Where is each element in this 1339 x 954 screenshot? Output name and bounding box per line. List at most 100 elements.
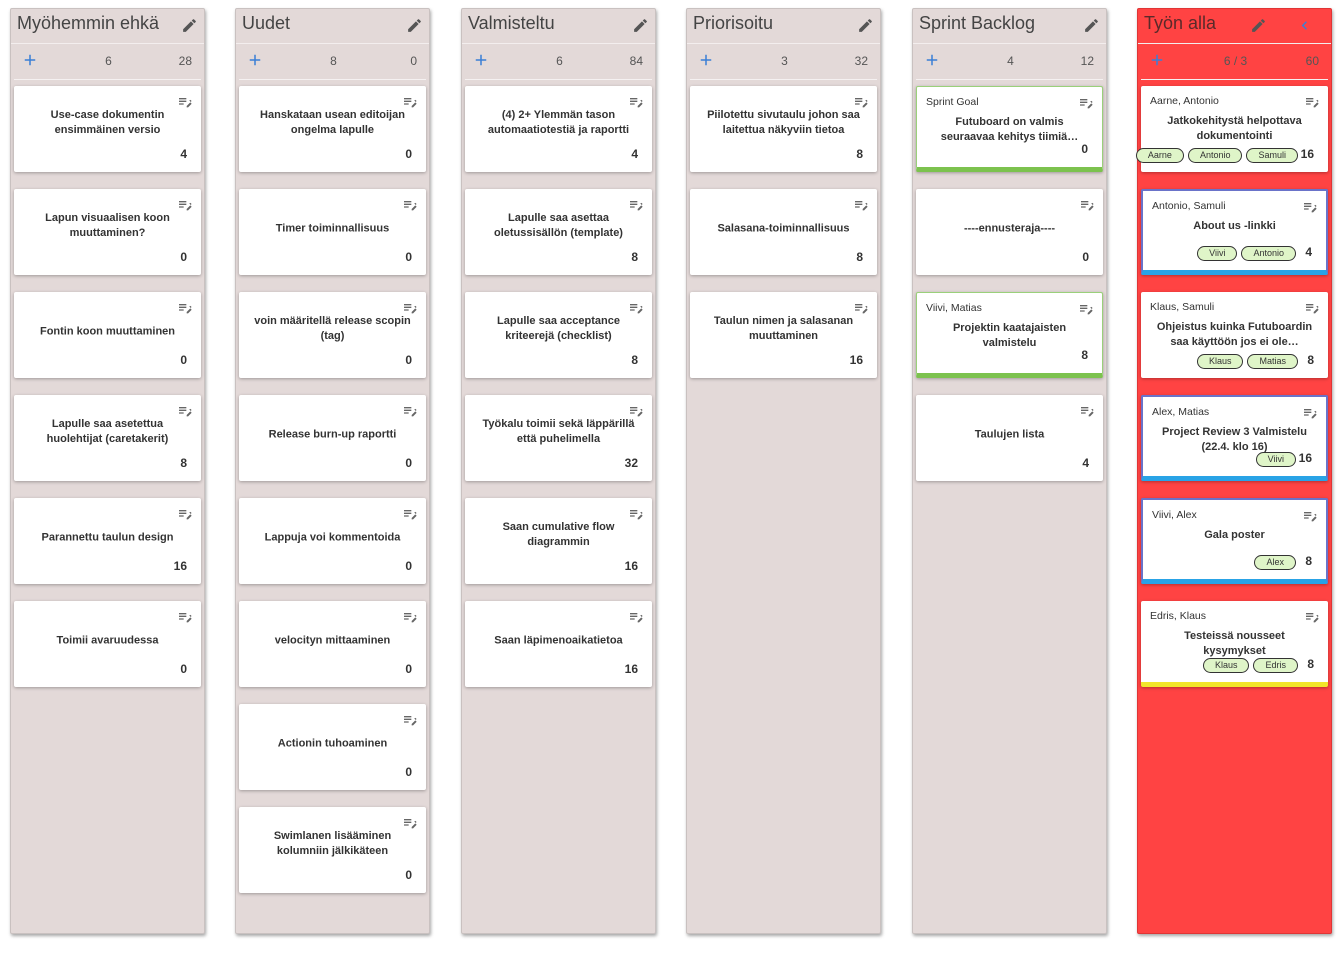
- pencil-icon[interactable]: [857, 17, 874, 34]
- user-tag[interactable]: Matias: [1247, 354, 1298, 369]
- task-card[interactable]: Taulujen lista 4: [916, 395, 1103, 481]
- notes-edit-icon[interactable]: [402, 815, 418, 831]
- card-title: Taulujen lista: [974, 428, 1045, 441]
- task-card[interactable]: Alex, Matias Project Review 3 Valmistelu …: [1141, 395, 1328, 481]
- card-count: 3: [781, 54, 788, 68]
- notes-edit-icon[interactable]: [1079, 197, 1095, 213]
- notes-edit-icon[interactable]: [1304, 609, 1320, 625]
- card-title: Jatkokehitystä helpottava dokumentointi: [1167, 115, 1302, 142]
- card-title: voin määritellä release scopin (tag): [254, 315, 411, 342]
- task-card[interactable]: Taulun nimen ja salasanan muuttaminen 16: [690, 292, 877, 378]
- task-card[interactable]: Saan läpimenoaikatietoa 16: [465, 601, 652, 687]
- task-card[interactable]: (4) 2+ Ylemmän tason automaatiotestiä ja…: [465, 86, 652, 172]
- task-card[interactable]: Työkalu toimii sekä läppärillä että puhe…: [465, 395, 652, 481]
- notes-edit-icon[interactable]: [1304, 94, 1320, 110]
- notes-edit-icon[interactable]: [402, 197, 418, 213]
- task-card[interactable]: Lapulle saa asetettua huolehtijat (caret…: [14, 395, 201, 481]
- task-card[interactable]: Salasana-toiminnallisuus 8: [690, 189, 877, 275]
- notes-edit-icon[interactable]: [628, 506, 644, 522]
- task-card[interactable]: Toimii avaruudessa 0: [14, 601, 201, 687]
- card-owners: Klaus, Samuli: [1150, 301, 1215, 313]
- user-tag[interactable]: Antonio: [1241, 246, 1296, 261]
- task-card[interactable]: Swimlanen lisääminen kolumniin jälkikäte…: [239, 807, 426, 893]
- task-card[interactable]: Aarne, Antonio Jatkokehitystä helpottava …: [1135, 86, 1328, 172]
- notes-edit-icon[interactable]: [402, 300, 418, 316]
- pencil-icon[interactable]: [1250, 17, 1267, 34]
- task-card[interactable]: Parannettu taulun design 16: [14, 498, 201, 584]
- notes-edit-icon[interactable]: [177, 403, 193, 419]
- notes-edit-icon[interactable]: [628, 403, 644, 419]
- task-card[interactable]: Use-case dokumentin ensimmäinen versio 4: [14, 86, 201, 172]
- task-card[interactable]: Lapulle saa acceptance kriteerejä (check…: [465, 292, 652, 378]
- notes-edit-icon[interactable]: [853, 300, 869, 316]
- notes-edit-icon[interactable]: [853, 197, 869, 213]
- pencil-icon[interactable]: [1083, 17, 1100, 34]
- notes-edit-icon[interactable]: [1078, 301, 1094, 317]
- user-tag[interactable]: Samuli: [1246, 148, 1298, 163]
- notes-edit-icon[interactable]: [1078, 95, 1094, 111]
- card-title: Fontin koon muuttaminen: [39, 325, 176, 338]
- column-0: Myöhemmin ehkä 6 28 Use-case dokumentin ens…: [10, 8, 205, 934]
- notes-edit-icon[interactable]: [628, 609, 644, 625]
- card-points: 16: [1298, 451, 1312, 465]
- column-1: Uudet 8 0 Hanskataan usean editoijan ongelm…: [235, 8, 430, 934]
- task-card[interactable]: Release burn-up raportti 0: [239, 395, 426, 481]
- pencil-icon[interactable]: [181, 17, 198, 34]
- notes-edit-icon[interactable]: [402, 94, 418, 110]
- notes-edit-icon[interactable]: [402, 609, 418, 625]
- notes-edit-icon[interactable]: [628, 197, 644, 213]
- task-card[interactable]: Piilotettu sivutaulu johon saa laitettua…: [690, 86, 877, 172]
- task-card[interactable]: Viivi, Matias Projektin kaatajaisten valm…: [916, 292, 1103, 378]
- notes-edit-icon[interactable]: [402, 403, 418, 419]
- notes-edit-icon[interactable]: [1302, 405, 1318, 421]
- chevron-left-icon[interactable]: [1296, 17, 1313, 34]
- user-tag[interactable]: Klaus: [1202, 658, 1250, 673]
- card-tags: Klaus Edris: [1202, 658, 1298, 673]
- task-card[interactable]: Lapulle saa asettaa oletussisällön (temp…: [465, 189, 652, 275]
- user-tag[interactable]: Alex: [1254, 555, 1296, 570]
- task-card[interactable]: Fontin koon muuttaminen 0: [14, 292, 201, 378]
- task-card[interactable]: velocityn mittaaminen 0: [239, 601, 426, 687]
- notes-edit-icon[interactable]: [628, 94, 644, 110]
- card-title: Lapulle saa acceptance kriteerejä (check…: [497, 315, 620, 342]
- column-title: Myöhemmin ehkä: [17, 13, 160, 33]
- notes-edit-icon[interactable]: [1302, 508, 1318, 524]
- notes-edit-icon[interactable]: [177, 609, 193, 625]
- task-card[interactable]: Edris, Klaus Testeissä nousseet kysymykse…: [1141, 601, 1328, 687]
- notes-edit-icon[interactable]: [402, 506, 418, 522]
- user-tag[interactable]: Viivi: [1197, 246, 1238, 261]
- card-points: 4: [631, 147, 638, 161]
- notes-edit-icon[interactable]: [1302, 199, 1318, 215]
- task-card[interactable]: Sprint Goal Futuboard on valmis seuraavaa…: [916, 86, 1103, 172]
- task-card[interactable]: Hanskataan usean editoijan ongelma lapul…: [239, 86, 426, 172]
- notes-edit-icon[interactable]: [1079, 403, 1095, 419]
- task-card[interactable]: Viivi, Alex Gala poster Alex 8: [1141, 498, 1328, 584]
- card-points: 8: [1305, 554, 1312, 568]
- task-card[interactable]: Saan cumulative flow diagrammin 16: [465, 498, 652, 584]
- pencil-icon[interactable]: [406, 17, 423, 34]
- user-tag[interactable]: Viivi: [1255, 452, 1296, 467]
- card-title: Saan läpimenoaikatietoa: [494, 634, 623, 647]
- notes-edit-icon[interactable]: [853, 94, 869, 110]
- task-card[interactable]: Klaus, Samuli Ohjeistus kuinka Futuboardi…: [1141, 292, 1328, 378]
- task-card[interactable]: Actionin tuhoaminen 0: [239, 704, 426, 790]
- user-tag[interactable]: Edris: [1253, 658, 1298, 673]
- task-card[interactable]: ----ennusteraja---- 0: [916, 189, 1103, 275]
- notes-edit-icon[interactable]: [402, 712, 418, 728]
- notes-edit-icon[interactable]: [1304, 300, 1320, 316]
- notes-edit-icon[interactable]: [177, 94, 193, 110]
- task-card[interactable]: voin määritellä release scopin (tag) 0: [239, 292, 426, 378]
- user-tag[interactable]: Klaus: [1196, 354, 1244, 369]
- user-tag[interactable]: Antonio: [1187, 148, 1243, 163]
- task-card[interactable]: Lapun visuaalisen koon muuttaminen? 0: [14, 189, 201, 275]
- notes-edit-icon[interactable]: [177, 197, 193, 213]
- pencil-icon[interactable]: [632, 17, 649, 34]
- notes-edit-icon[interactable]: [177, 300, 193, 316]
- task-card[interactable]: Antonio, Samuli About us -linkki Viivi Anto…: [1141, 189, 1328, 275]
- notes-edit-icon[interactable]: [177, 506, 193, 522]
- task-card[interactable]: Lappuja voi kommentoida 0: [239, 498, 426, 584]
- user-tag[interactable]: Aarne: [1135, 148, 1184, 163]
- task-card[interactable]: Timer toiminnallisuus 0: [239, 189, 426, 275]
- notes-edit-icon[interactable]: [628, 300, 644, 316]
- card-points: 16: [624, 662, 638, 676]
